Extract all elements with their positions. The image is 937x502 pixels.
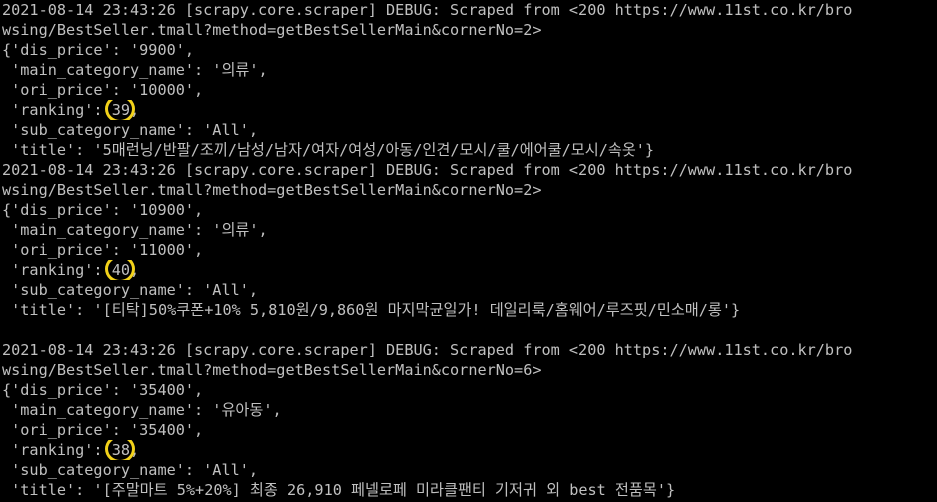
- log-line: 'title': '[티탁]50%쿠폰+10% 5,810원/9,860원 마지…: [2, 301, 741, 319]
- log-line: 2021-08-14 23:43:26 [scrapy.core.scraper…: [2, 161, 853, 179]
- log-line: 'sub_category_name': 'All',: [2, 461, 259, 479]
- log-line: {'dis_price': '9900',: [2, 41, 195, 59]
- log-line: 'ori_price': '10000',: [2, 81, 204, 99]
- ranking-value-circled: 40: [104, 260, 136, 280]
- log-line: {'dis_price': '35400',: [2, 381, 204, 399]
- log-line: {'dis_price': '10900',: [2, 201, 204, 219]
- log-line: 'title': '5매런닝/반팔/조끼/남성/남자/여자/여성/아동/인견/모…: [2, 141, 655, 159]
- log-line: 2021-08-14 23:43:26 [scrapy.core.scraper…: [2, 1, 853, 19]
- ranking-value-circled: 38: [104, 440, 136, 460]
- ranking-value-circled: 39: [104, 100, 136, 120]
- terminal-output[interactable]: 2021-08-14 23:43:26 [scrapy.core.scraper…: [0, 0, 937, 502]
- log-line: 2021-08-14 23:43:26 [scrapy.core.scraper…: [2, 341, 853, 359]
- log-line: 'sub_category_name': 'All',: [2, 281, 259, 299]
- log-line: 'main_category_name': '유아동',: [2, 401, 282, 419]
- log-line: 'title': '[주말마트 5%+20%] 최종 26,910 페넬로페 미…: [2, 481, 676, 499]
- log-line: wsing/BestSeller.tmall?method=getBestSel…: [2, 21, 542, 39]
- log-line: 'sub_category_name': 'All',: [2, 121, 259, 139]
- ranking-line: 'ranking': 40,: [2, 260, 937, 280]
- ranking-line: 'ranking': 38,: [2, 440, 937, 460]
- log-line: 'ori_price': '35400',: [2, 421, 204, 439]
- log-line: 'main_category_name': '의류',: [2, 61, 268, 79]
- ranking-line: 'ranking': 39,: [2, 100, 937, 120]
- log-line: 'ori_price': '11000',: [2, 241, 204, 259]
- log-line: wsing/BestSeller.tmall?method=getBestSel…: [2, 181, 542, 199]
- ranking-key: 'ranking':: [2, 101, 112, 119]
- log-line: wsing/BestSeller.tmall?method=getBestSel…: [2, 361, 542, 379]
- log-line: 'main_category_name': '의류',: [2, 221, 268, 239]
- ranking-key: 'ranking':: [2, 261, 112, 279]
- ranking-key: 'ranking':: [2, 441, 112, 459]
